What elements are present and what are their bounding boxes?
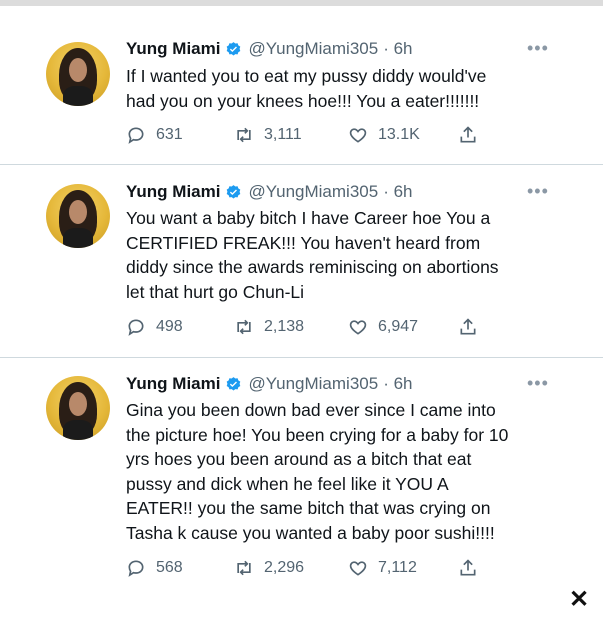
verified-badge-icon: [227, 41, 241, 56]
avatar[interactable]: [46, 42, 110, 106]
avatar[interactable]: [46, 184, 110, 248]
display-name[interactable]: Yung Miami: [126, 39, 220, 59]
more-options-icon[interactable]: •••: [527, 373, 549, 394]
reply-icon: [128, 319, 144, 336]
tweet-line: diddy since the awards reminiscing on ab…: [126, 257, 499, 278]
verified-badge-icon: [227, 184, 241, 199]
like-button[interactable]: 13.1K: [348, 125, 420, 145]
retweet-button[interactable]: 2,138: [234, 317, 304, 337]
tweet-text: If I wanted you to eat my pussy diddy wo…: [126, 64, 566, 113]
share-icon: [460, 126, 476, 143]
tweet-line: EATER!! you the same bitch that was cryi…: [126, 498, 491, 519]
tweet-line: Tasha k cause you wanted a baby poor sus…: [126, 522, 495, 543]
reply-count: 568: [156, 559, 183, 576]
tweet-actions: 498 2,138 6,947: [126, 317, 486, 341]
more-options-icon[interactable]: •••: [527, 181, 549, 202]
reply-count: 631: [156, 126, 183, 143]
tweet-line: Gina you been down bad ever since I came…: [126, 400, 496, 420]
retweet-icon: [237, 127, 251, 143]
display-name[interactable]: Yung Miami: [126, 182, 220, 202]
display-name[interactable]: Yung Miami: [126, 374, 220, 394]
like-button[interactable]: 7,112: [348, 558, 417, 578]
top-edge: [0, 0, 603, 6]
retweet-icon: [237, 319, 251, 335]
tweet-header: Yung Miami @YungMiami305 · 6h: [126, 372, 412, 396]
tweet-line: If I wanted you to eat my pussy diddy wo…: [126, 66, 487, 86]
tweet-text: You want a baby bitch I have Career hoe …: [126, 206, 566, 304]
like-count: 6,947: [378, 318, 419, 335]
like-button[interactable]: 6,947: [348, 317, 418, 337]
more-options-icon[interactable]: •••: [527, 38, 549, 59]
tweet-line: pussy and dick when he feel like it YOU …: [126, 473, 449, 494]
tweet-header: Yung Miami @YungMiami305 · 6h: [126, 37, 412, 61]
retweet-button[interactable]: 2,296: [234, 558, 304, 578]
close-icon[interactable]: ✕: [558, 578, 600, 620]
reply-button[interactable]: 568: [126, 558, 183, 578]
tweet-text: Gina you been down bad ever since I came…: [126, 398, 566, 546]
retweet-count: 3,111: [264, 126, 302, 143]
share-button[interactable]: [458, 317, 488, 337]
retweet-icon: [237, 560, 251, 576]
share-icon: [460, 559, 476, 576]
reply-button[interactable]: 631: [126, 125, 183, 145]
timestamp[interactable]: · 6h: [383, 182, 412, 202]
tweet-actions: 568 2,296 7,112: [126, 558, 486, 582]
divider: [0, 164, 603, 165]
divider: [0, 357, 603, 358]
tweet-line: CERTIFIED FREAK!!! You haven't heard fro…: [126, 232, 481, 253]
like-count: 13.1K: [378, 126, 420, 143]
reply-icon: [128, 127, 144, 144]
share-button[interactable]: [458, 125, 488, 145]
reply-button[interactable]: 498: [126, 317, 183, 337]
retweet-count: 2,296: [264, 559, 305, 576]
tweet-line: let that hurt go Chun-Li: [126, 281, 305, 302]
heart-icon: [349, 320, 367, 335]
retweet-count: 2,138: [264, 318, 305, 335]
heart-icon: [349, 561, 367, 576]
timestamp[interactable]: · 6h: [383, 374, 412, 394]
reply-count: 498: [156, 318, 183, 335]
handle[interactable]: @YungMiami305: [248, 39, 378, 59]
handle[interactable]: @YungMiami305: [248, 182, 378, 202]
tweet-actions: 631 3,111 13.1K: [126, 125, 486, 149]
tweet-line: had you on your knees hoe!!! You a eater…: [126, 90, 480, 111]
reply-icon: [128, 560, 144, 577]
handle[interactable]: @YungMiami305: [248, 374, 378, 394]
verified-badge-icon: [227, 376, 241, 391]
avatar[interactable]: [46, 376, 110, 440]
share-button[interactable]: [458, 558, 488, 578]
tweet-line: You want a baby bitch I have Career hoe …: [126, 208, 491, 228]
timestamp[interactable]: · 6h: [383, 39, 412, 59]
tweet-line: yrs hoes you been around as a bitch that…: [126, 449, 472, 470]
tweet-header: Yung Miami @YungMiami305 · 6h: [126, 180, 412, 204]
like-count: 7,112: [378, 559, 417, 576]
heart-icon: [349, 128, 367, 143]
share-icon: [460, 318, 476, 335]
retweet-button[interactable]: 3,111: [234, 125, 302, 145]
tweet-line: the picture hoe! You been crying for a b…: [126, 424, 509, 445]
